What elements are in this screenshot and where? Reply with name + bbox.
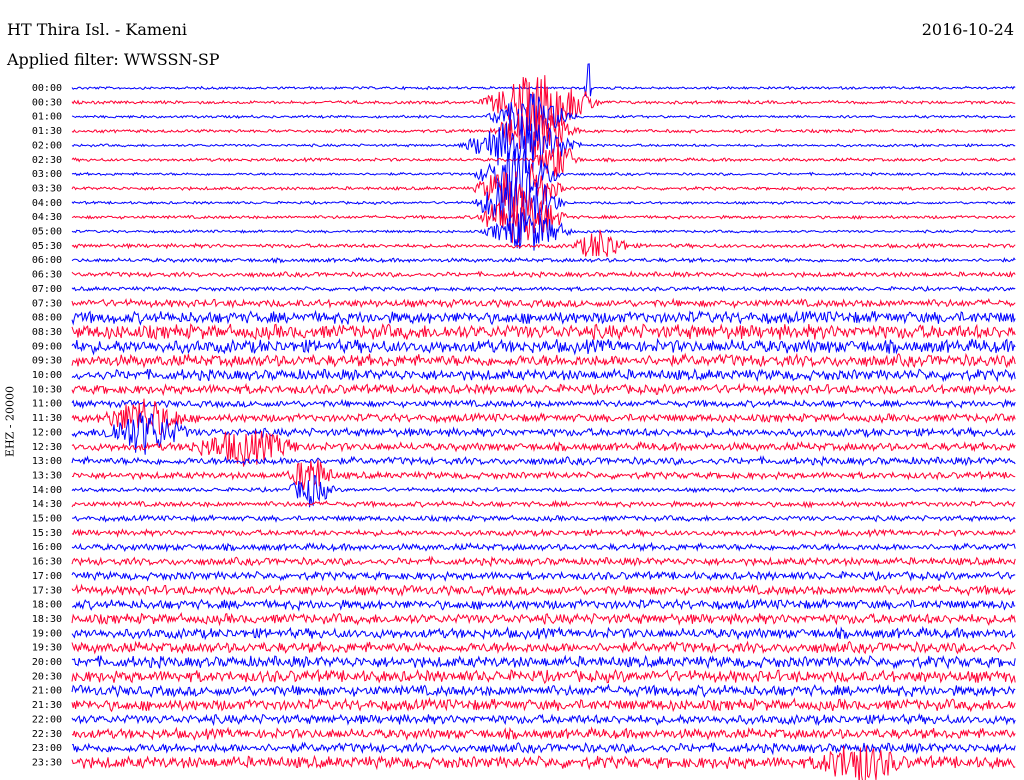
seismogram-trace-0830: [71, 323, 1016, 341]
tick-label: 11:30: [32, 413, 62, 424]
seismogram-trace-0630: [71, 270, 1016, 279]
seismogram-trace-0730: [71, 297, 1016, 309]
tick-label: 01:30: [32, 126, 62, 137]
tick-label: 23:30: [32, 757, 62, 768]
tick-label: 08:30: [32, 327, 62, 338]
tick-label: 09:30: [32, 356, 62, 367]
tick-label: 12:00: [32, 427, 62, 438]
seismogram-trace-1030: [71, 382, 1016, 397]
tick-label: 18:00: [32, 600, 62, 611]
tick-label: 04:30: [32, 212, 62, 223]
seismogram-trace-1900: [71, 625, 1016, 641]
tick-label: 03:00: [32, 169, 62, 180]
seismogram-traces: [71, 63, 1016, 780]
seismogram-trace-1530: [71, 528, 1016, 538]
tick-label: 17:00: [32, 571, 62, 582]
tick-label: 22:30: [32, 729, 62, 740]
tick-label: 14:00: [32, 485, 62, 496]
tick-label: 20:00: [32, 657, 62, 668]
tick-label: 16:00: [32, 542, 62, 553]
tick-label: 20:30: [32, 671, 62, 682]
seismogram-trace-2030: [71, 668, 1016, 685]
seismogram-trace-0030: [71, 75, 1016, 135]
tick-label: 04:00: [32, 198, 62, 209]
tick-label: 06:30: [32, 270, 62, 281]
tick-label: 07:30: [32, 298, 62, 309]
seismogram-trace-1730: [71, 583, 1016, 597]
tick-label: 00:30: [32, 97, 62, 108]
tick-label: 07:00: [32, 284, 62, 295]
tick-label: 16:30: [32, 557, 62, 568]
seismogram-trace-0000: [71, 63, 1016, 97]
tick-label: 10:00: [32, 370, 62, 381]
tick-label: 18:30: [32, 614, 62, 625]
seismogram-trace-1700: [71, 570, 1016, 582]
tick-label: 05:30: [32, 241, 62, 252]
seismogram-trace-1600: [71, 541, 1016, 553]
seismogram-trace-2130: [71, 696, 1016, 713]
seismogram-trace-2100: [71, 683, 1016, 698]
tick-label: 19:00: [32, 628, 62, 639]
tick-label: 15:00: [32, 514, 62, 525]
tick-label: 01:00: [32, 112, 62, 123]
seismogram-trace-2330: [71, 745, 1016, 780]
seismogram-trace-0530: [71, 229, 1016, 257]
tick-label: 10:30: [32, 384, 62, 395]
seismogram-trace-1330: [71, 459, 1016, 491]
seismogram-trace-1500: [71, 514, 1016, 523]
tick-label: 02:30: [32, 155, 62, 166]
seismogram-trace-2000: [71, 654, 1016, 670]
seismogram-trace-2230: [71, 726, 1016, 741]
tick-label: 22:00: [32, 714, 62, 725]
seismogram-trace-1300: [71, 455, 1016, 467]
seismogram-trace-1400: [71, 474, 1016, 508]
time-tick-labels: 00:00 00:30 01:00 01:30 02:00 02:30 03:00 03:30…: [32, 83, 62, 768]
seismogram-trace-1000: [71, 367, 1016, 383]
tick-label: 02:00: [32, 140, 62, 151]
tick-label: 08:00: [32, 313, 62, 324]
seismogram-trace-0600: [71, 256, 1016, 264]
tick-label: 21:30: [32, 700, 62, 711]
tick-label: 00:00: [32, 83, 62, 94]
seismogram-trace-0800: [71, 309, 1016, 326]
seismogram-trace-0930: [71, 352, 1016, 369]
seismogram-trace-1930: [71, 640, 1016, 655]
tick-label: 11:00: [32, 399, 62, 410]
tick-label: 03:30: [32, 183, 62, 194]
tick-label: 17:30: [32, 585, 62, 596]
seismogram-trace-1100: [71, 398, 1016, 410]
seismogram-trace-2200: [71, 713, 1016, 727]
tick-label: 21:00: [32, 686, 62, 697]
seismogram-trace-1430: [71, 499, 1016, 509]
seismogram-plot: 00:00 00:30 01:00 01:30 02:00 02:30 03:00 03:30…: [32, 63, 1016, 780]
tick-label: 19:30: [32, 643, 62, 654]
tick-label: 05:00: [32, 227, 62, 238]
seismogram-trace-1830: [71, 611, 1016, 627]
tick-label: 23:00: [32, 743, 62, 754]
tick-label: 06:00: [32, 255, 62, 266]
tick-label: 12:30: [32, 442, 62, 453]
tick-label: 14:30: [32, 499, 62, 510]
seismogram-trace-1800: [71, 597, 1016, 612]
seismogram-trace-0700: [71, 285, 1016, 293]
seismogram-trace-1630: [71, 555, 1016, 568]
tick-label: 09:00: [32, 341, 62, 352]
seismogram-trace-0900: [71, 337, 1016, 356]
tick-label: 13:30: [32, 470, 62, 481]
tick-label: 13:00: [32, 456, 62, 467]
tick-label: 15:30: [32, 528, 62, 539]
